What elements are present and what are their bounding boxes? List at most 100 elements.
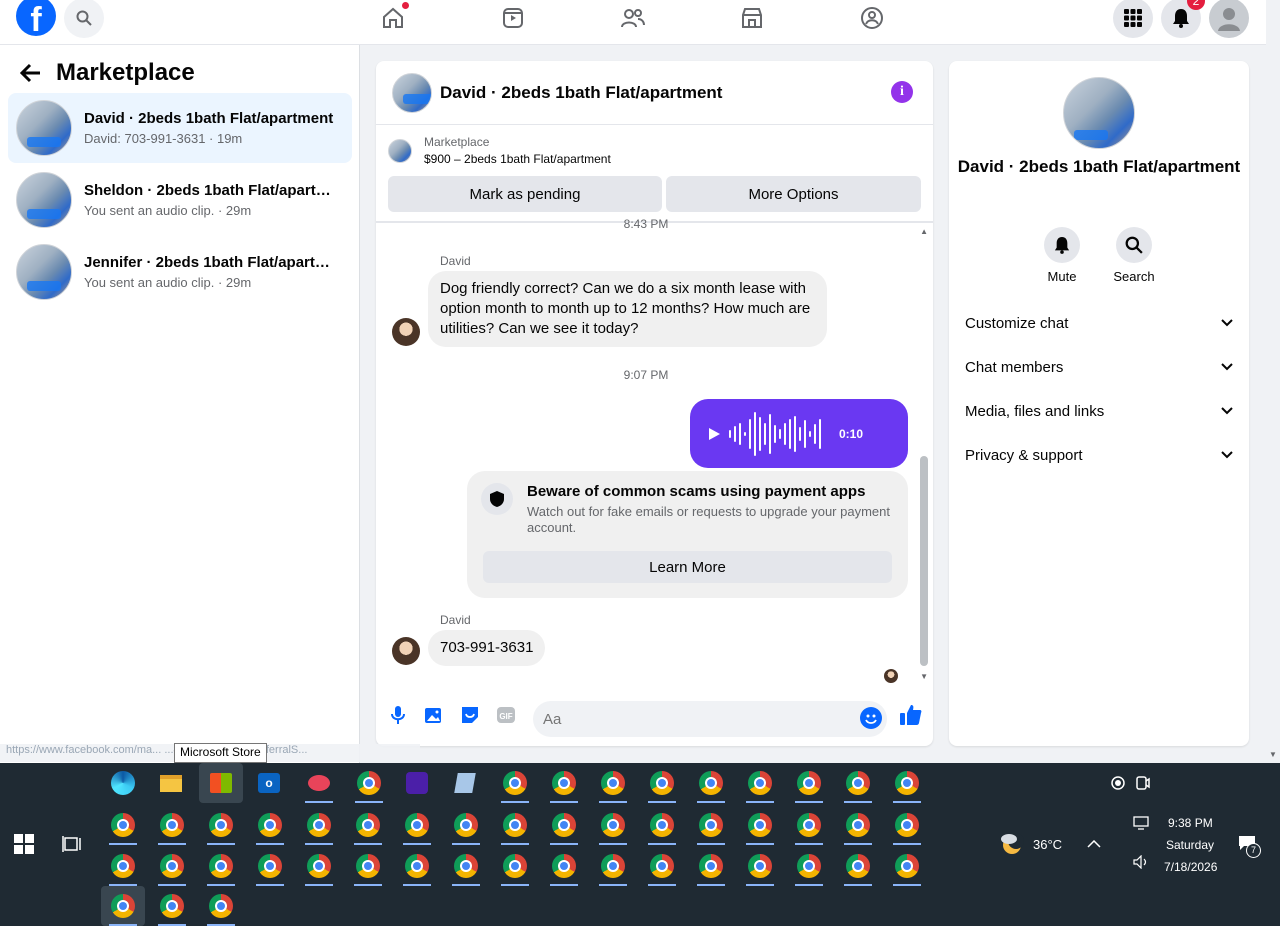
microsoft-store-app[interactable] bbox=[199, 763, 243, 803]
page-scrollbar[interactable]: ▼ bbox=[1266, 45, 1280, 763]
chrome-window[interactable] bbox=[297, 846, 341, 886]
chrome-window[interactable] bbox=[542, 763, 586, 803]
friends-tab[interactable] bbox=[618, 3, 648, 33]
groups-tab[interactable] bbox=[857, 3, 887, 33]
chrome-window[interactable] bbox=[150, 846, 194, 886]
record-icon[interactable] bbox=[1111, 776, 1125, 790]
chrome-window[interactable] bbox=[640, 846, 684, 886]
menu-button[interactable] bbox=[1113, 0, 1153, 38]
like-button[interactable] bbox=[898, 702, 924, 728]
chrome-window[interactable] bbox=[787, 763, 831, 803]
chrome-window[interactable] bbox=[591, 805, 635, 845]
chrome-window[interactable] bbox=[591, 846, 635, 886]
meet-now-icon[interactable] bbox=[1136, 776, 1150, 790]
play-icon[interactable] bbox=[707, 427, 721, 441]
chrome-window[interactable] bbox=[101, 805, 145, 845]
clock-day[interactable]: Saturday bbox=[1166, 838, 1214, 852]
search-button[interactable] bbox=[64, 0, 104, 38]
chrome-window[interactable] bbox=[591, 763, 635, 803]
chrome-window[interactable] bbox=[199, 846, 243, 886]
learn-more-button[interactable]: Learn More bbox=[483, 551, 892, 583]
chrome-window[interactable] bbox=[248, 805, 292, 845]
chrome-window[interactable] bbox=[493, 805, 537, 845]
chrome-profile-app[interactable] bbox=[347, 763, 391, 803]
chrome-window[interactable] bbox=[444, 805, 488, 845]
chevron-up-icon[interactable] bbox=[1087, 840, 1101, 848]
task-view-icon[interactable] bbox=[62, 835, 82, 853]
edge-app[interactable] bbox=[101, 763, 145, 803]
video-tab[interactable] bbox=[498, 3, 528, 33]
chat-scrollbar-thumb[interactable] bbox=[920, 456, 928, 666]
conversation-item[interactable]: David · 2beds 1bath Flat/apartment David… bbox=[8, 93, 352, 163]
more-options-button[interactable]: More Options bbox=[666, 176, 921, 212]
microphone-button[interactable] bbox=[387, 704, 409, 726]
chrome-window[interactable] bbox=[738, 763, 782, 803]
chat-title[interactable]: David · 2beds 1bath Flat/apartment bbox=[440, 83, 722, 103]
mark-as-pending-button[interactable]: Mark as pending bbox=[388, 176, 662, 212]
chrome-window-active[interactable] bbox=[101, 886, 145, 926]
chrome-window[interactable] bbox=[689, 846, 733, 886]
conversation-item[interactable]: Jennifer · 2beds 1bath Flat/apartm... Yo… bbox=[8, 237, 352, 307]
info-icon[interactable]: i bbox=[891, 81, 913, 103]
chrome-window[interactable] bbox=[640, 805, 684, 845]
gif-button[interactable]: GIF bbox=[495, 704, 517, 726]
conversation-item[interactable]: Sheldon · 2beds 1bath Flat/apartm... You… bbox=[8, 165, 352, 235]
weather-moon-icon[interactable] bbox=[1000, 833, 1026, 857]
chrome-window[interactable] bbox=[493, 763, 537, 803]
clock-time[interactable]: 9:38 PM bbox=[1168, 816, 1213, 830]
home-tab[interactable] bbox=[378, 2, 409, 33]
weather-temperature[interactable]: 36°C bbox=[1033, 837, 1062, 852]
scroll-down-arrow[interactable]: ▼ bbox=[920, 672, 928, 681]
chat-members-section[interactable]: Chat members bbox=[965, 353, 1233, 381]
chrome-window[interactable] bbox=[738, 805, 782, 845]
chrome-window[interactable] bbox=[885, 805, 929, 845]
sender-avatar[interactable] bbox=[392, 318, 420, 346]
chrome-window[interactable] bbox=[444, 846, 488, 886]
chrome-window[interactable] bbox=[150, 805, 194, 845]
privacy-support-section[interactable]: Privacy & support bbox=[965, 441, 1233, 469]
windows-start-icon[interactable] bbox=[14, 834, 34, 854]
chrome-window[interactable] bbox=[542, 805, 586, 845]
chrome-window[interactable] bbox=[199, 805, 243, 845]
chrome-window[interactable] bbox=[787, 846, 831, 886]
back-arrow-icon[interactable] bbox=[20, 63, 42, 83]
chrome-window[interactable] bbox=[199, 886, 243, 926]
media-files-links-section[interactable]: Media, files and links bbox=[965, 397, 1233, 425]
chrome-window[interactable] bbox=[297, 805, 341, 845]
sticker-button[interactable] bbox=[459, 704, 481, 726]
chrome-window[interactable] bbox=[395, 805, 439, 845]
volume-icon[interactable] bbox=[1133, 855, 1151, 869]
chrome-window[interactable] bbox=[885, 846, 929, 886]
chrome-window[interactable] bbox=[101, 846, 145, 886]
outlook-app[interactable]: o bbox=[247, 763, 291, 803]
facebook-logo[interactable]: f bbox=[16, 0, 56, 36]
account-avatar[interactable] bbox=[1209, 0, 1249, 38]
customize-chat-section[interactable]: Customize chat bbox=[965, 309, 1233, 337]
chrome-window[interactable] bbox=[346, 805, 390, 845]
chrome-window[interactable] bbox=[395, 846, 439, 886]
purple-app[interactable] bbox=[395, 763, 439, 803]
chrome-window[interactable] bbox=[542, 846, 586, 886]
search-action[interactable]: Search bbox=[1104, 227, 1164, 284]
chrome-window[interactable] bbox=[689, 763, 733, 803]
chrome-window[interactable] bbox=[248, 846, 292, 886]
chrome-window[interactable] bbox=[836, 805, 880, 845]
action-center-button[interactable]: 7 bbox=[1238, 835, 1262, 859]
sender-avatar[interactable] bbox=[392, 637, 420, 665]
emoji-button[interactable] bbox=[860, 707, 882, 729]
network-icon[interactable] bbox=[1133, 816, 1151, 830]
page-scroll-down-arrow[interactable]: ▼ bbox=[1269, 750, 1277, 759]
chrome-window[interactable] bbox=[787, 805, 831, 845]
scroll-up-arrow[interactable]: ▲ bbox=[920, 227, 928, 236]
chrome-window[interactable] bbox=[640, 763, 684, 803]
chrome-window[interactable] bbox=[493, 846, 537, 886]
outgoing-audio-clip[interactable]: 0:10 bbox=[690, 399, 908, 468]
file-explorer-app[interactable] bbox=[149, 763, 193, 803]
chrome-window[interactable] bbox=[738, 846, 782, 886]
chat-listing-thumbnail[interactable] bbox=[392, 72, 432, 113]
snipping-tool-app[interactable] bbox=[297, 763, 341, 803]
chrome-window[interactable] bbox=[689, 805, 733, 845]
mute-action[interactable]: Mute bbox=[1032, 227, 1092, 284]
chrome-window[interactable] bbox=[836, 846, 880, 886]
chrome-window[interactable] bbox=[885, 763, 929, 803]
